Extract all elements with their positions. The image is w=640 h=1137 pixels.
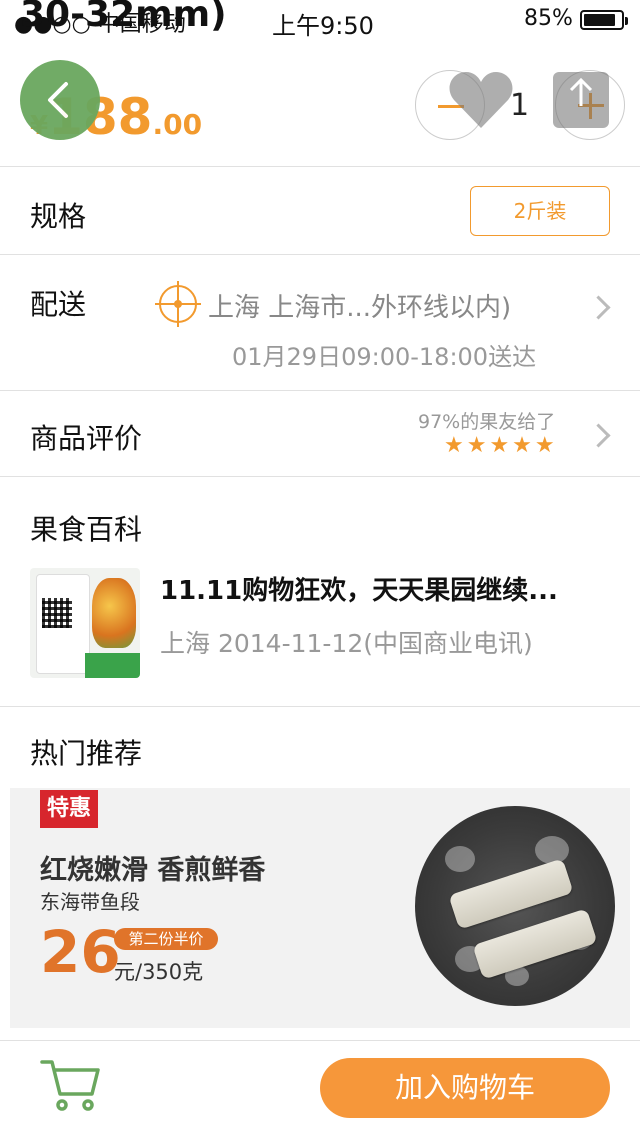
fish-plate-image xyxy=(415,806,615,1006)
divider xyxy=(0,706,640,707)
delivery-location: 上海 上海市...外环线以内) xyxy=(208,293,512,323)
banner-unit: 元/350克 xyxy=(114,960,204,984)
reviews-row[interactable]: 商品评价 97%的果友给了 ★★★★★ xyxy=(0,391,640,476)
rating-summary: 97%的果友给了 xyxy=(418,411,556,433)
article-card[interactable]: 11.11购物狂欢，天天果园继续... 上海 2014-11-12(中国商业电讯… xyxy=(0,560,640,690)
promo-banner[interactable]: 特惠 红烧嫩滑 香煎鲜香 东海带鱼段 26 第二份半价 元/350克 xyxy=(10,788,630,1028)
article-meta: 上海 2014-11-12(中国商业电讯) xyxy=(160,629,533,658)
chevron-right-icon xyxy=(586,423,611,448)
back-arrow-icon xyxy=(48,82,68,118)
heart-icon xyxy=(449,72,513,128)
chevron-right-icon xyxy=(586,295,611,320)
banner-promo-badge: 第二份半价 xyxy=(114,928,218,950)
back-button[interactable] xyxy=(20,60,100,140)
location-icon xyxy=(155,281,201,327)
article-thumbnail xyxy=(30,568,140,678)
rating-stars: ★★★★★ xyxy=(444,433,558,458)
add-to-cart-button[interactable]: 加入购物车 xyxy=(320,1058,610,1118)
banner-product: 东海带鱼段 xyxy=(40,890,140,914)
battery-percent: 85% xyxy=(524,6,573,31)
cart-button[interactable] xyxy=(40,1058,102,1116)
spec-option-button[interactable]: 2斤装 xyxy=(470,186,610,236)
banner-headline: 红烧嫩滑 香煎鲜香 xyxy=(40,855,266,886)
recommend-label: 热门推荐 xyxy=(30,737,143,770)
share-button[interactable] xyxy=(553,72,609,128)
article-title: 11.11购物狂欢，天天果园继续... xyxy=(160,576,558,606)
price-decimal: .00 xyxy=(152,108,203,141)
divider xyxy=(0,476,640,477)
quantity-value: 1 xyxy=(510,88,530,123)
favorite-button[interactable] xyxy=(448,70,514,134)
reviews-label: 商品评价 xyxy=(30,422,143,455)
delivery-label: 配送 xyxy=(30,288,87,321)
battery-icon xyxy=(580,10,628,30)
spec-label: 规格 xyxy=(30,200,87,233)
product-title-overflow: 30-32mm) xyxy=(20,0,227,35)
banner-price: 26 xyxy=(40,918,121,986)
status-time: 上午9:50 xyxy=(272,12,374,40)
promo-tag: 特惠 xyxy=(40,790,98,828)
delivery-row[interactable]: 配送 上海 上海市...外环线以内) 01月29日09:00-18:00送达 xyxy=(0,255,640,389)
cart-icon xyxy=(40,1060,100,1111)
encyclopedia-label: 果食百科 xyxy=(30,513,143,546)
delivery-time: 01月29日09:00-18:00送达 xyxy=(232,343,537,371)
share-icon xyxy=(569,77,593,106)
divider xyxy=(0,166,640,167)
